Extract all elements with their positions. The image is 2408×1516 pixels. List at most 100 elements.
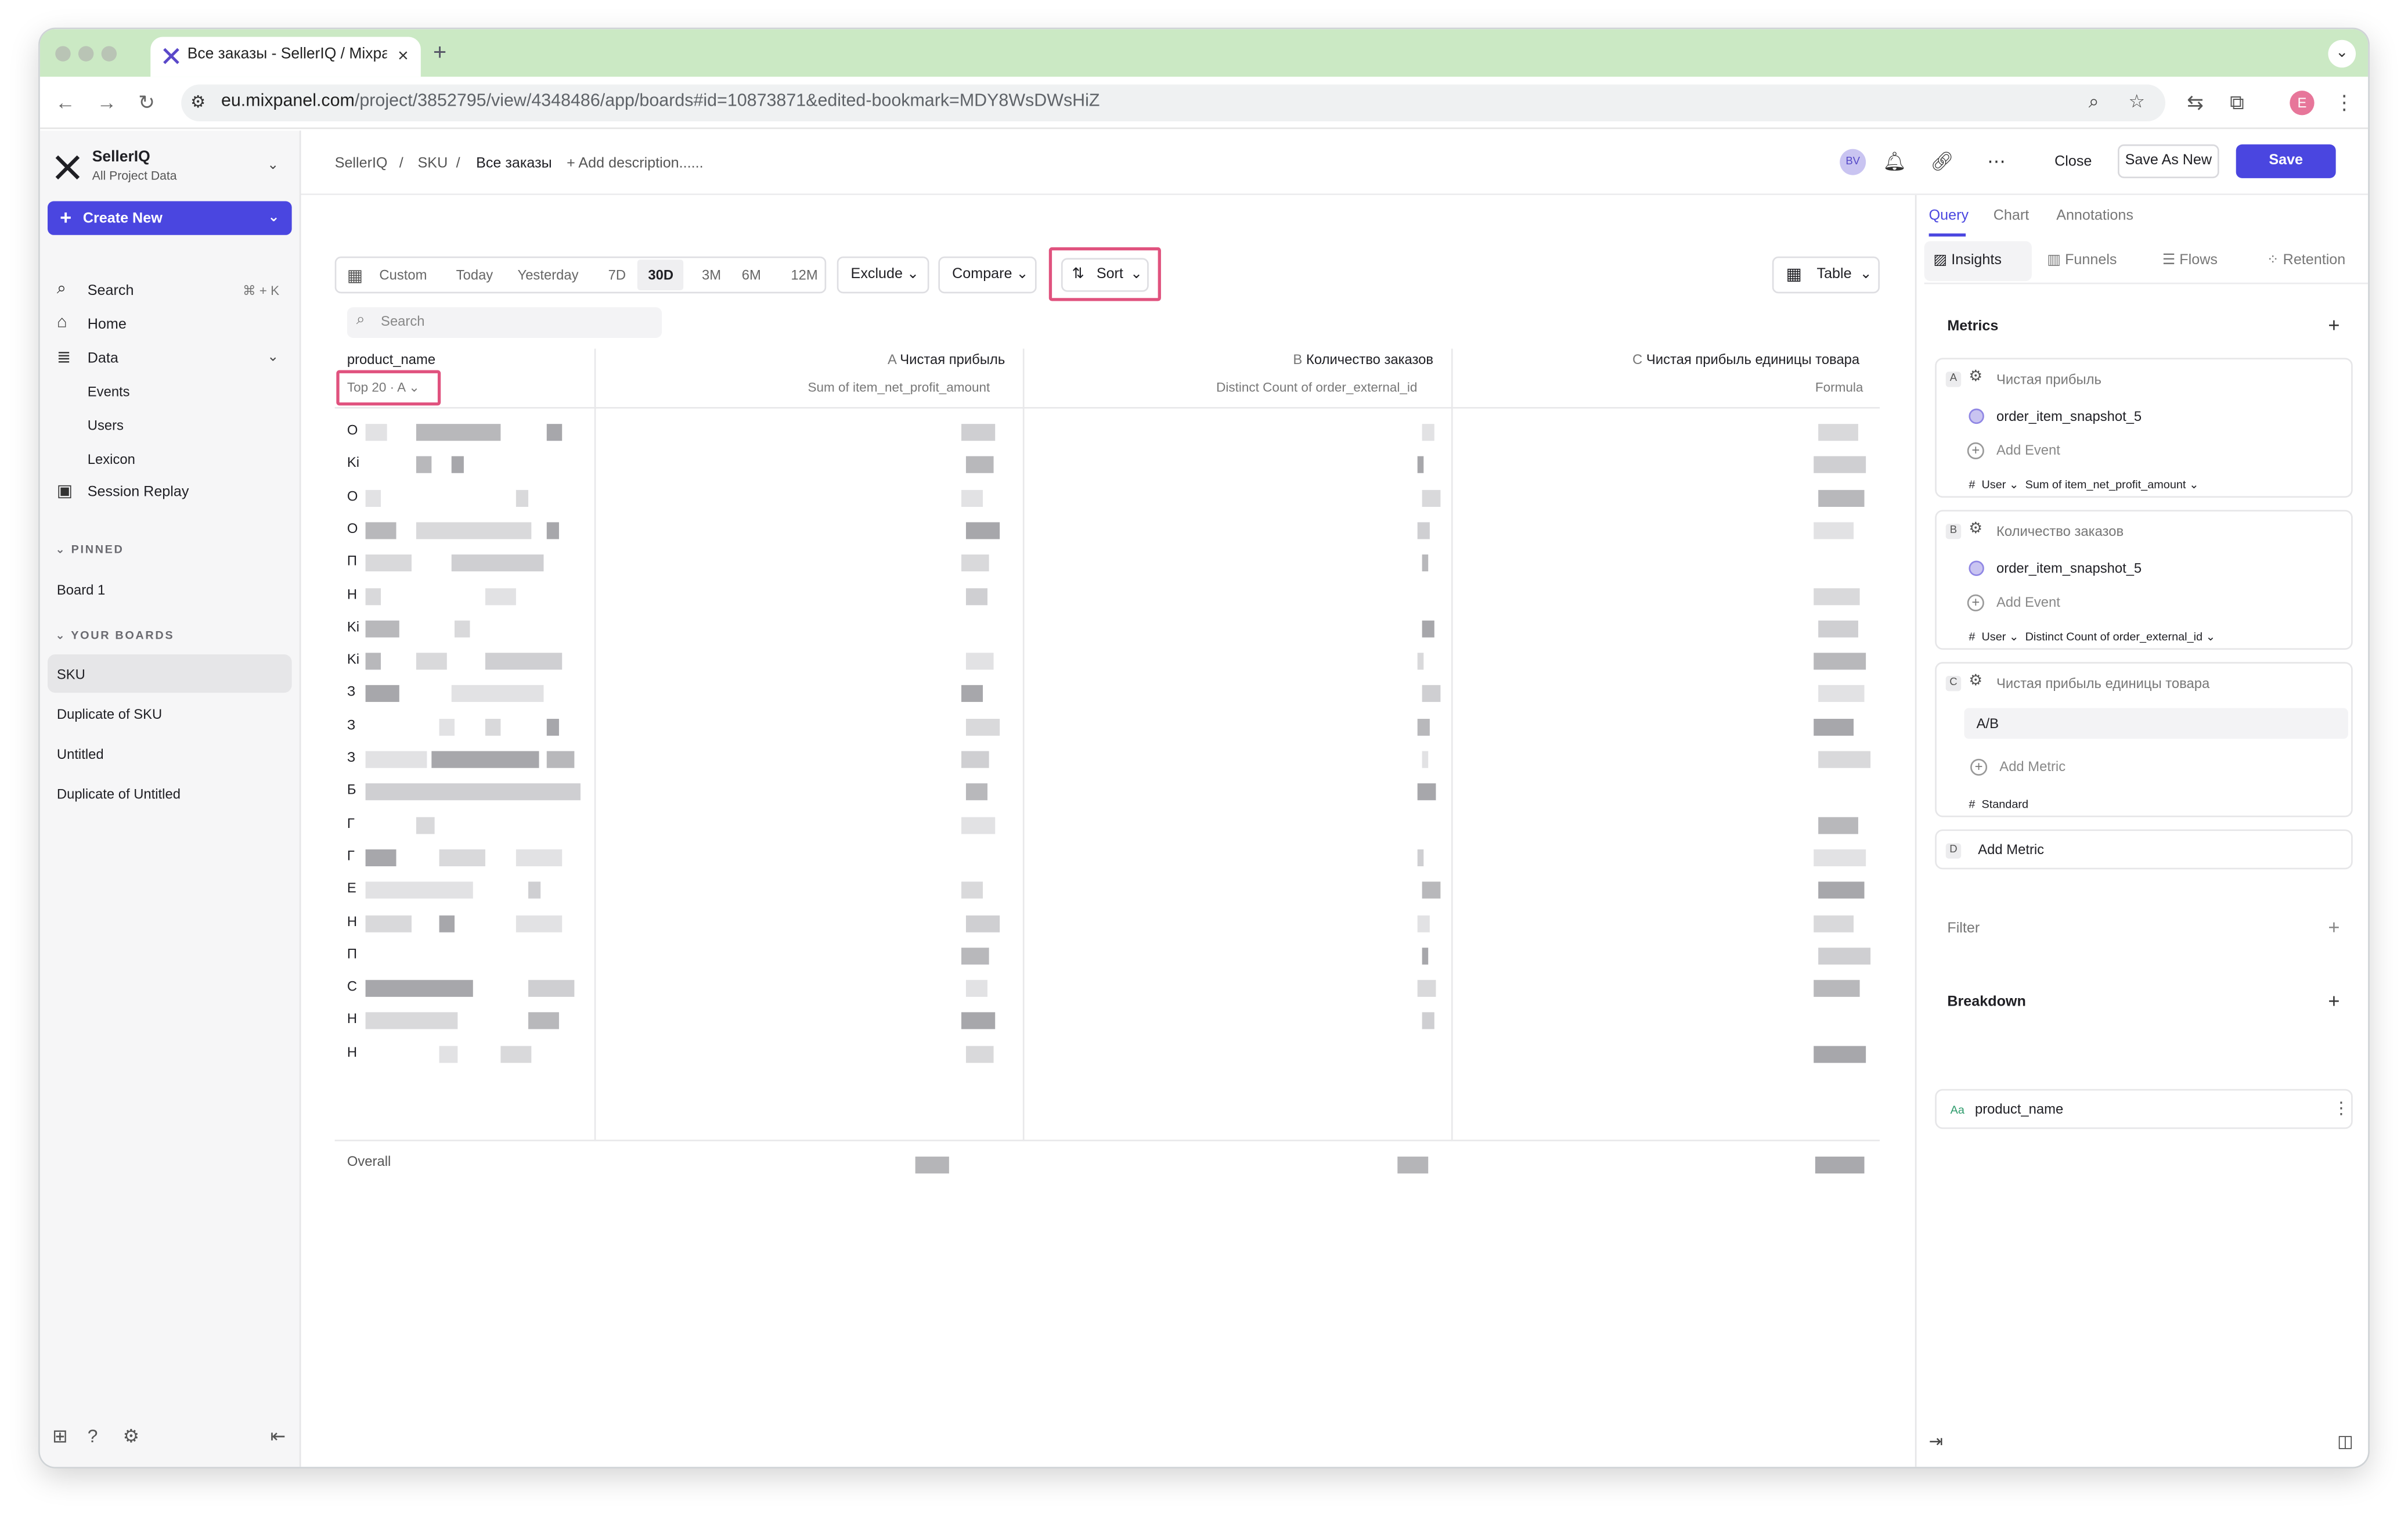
breakdown-item[interactable]: Aa product_name ⋮ [1935,1089,2353,1129]
metric-format[interactable]: # Standard [1969,797,2028,811]
table-row-label[interactable]: З [347,684,355,699]
breadcrumb-board[interactable]: SKU [418,155,448,172]
add-metric-plus-icon[interactable]: + [2328,314,2339,337]
date-option[interactable]: 12M [791,267,817,282]
browser-menu-icon[interactable]: ⋮ [2334,91,2354,115]
add-event-button[interactable]: Add Event [1996,595,2060,610]
table-row-label[interactable]: C [347,978,357,993]
save-as-new-button[interactable]: Save As New [2118,144,2219,178]
help-icon[interactable]: ? [88,1425,98,1447]
table-row-label[interactable]: Н [347,1011,357,1027]
query-type-insights[interactable]: ▨ Insights [1934,252,2002,269]
tab-search-icon[interactable]: ⌄ [2328,39,2356,68]
table-row-label[interactable]: П [347,553,357,568]
collapse-panel-icon[interactable]: ⇥ [1929,1432,1943,1452]
chart-type-dropdown[interactable]: ▦ Table ⌄ [1772,256,1880,294]
table-row-label[interactable]: Б [347,782,356,797]
pinned-section-header[interactable]: ⌄ PINNED [55,542,124,556]
gear-icon[interactable]: ⚙ [1969,673,1982,690]
board-item[interactable]: Untitled [57,747,104,762]
settings-gear-icon[interactable]: ⚙ [123,1425,139,1447]
table-row-label[interactable]: Ki [347,651,359,667]
add-metric-button[interactable]: Add Metric [1978,842,2044,857]
metric-name[interactable]: Чистая прибыль [1996,372,2101,387]
more-options-icon[interactable]: ⋯ [1987,150,2006,172]
table-row-label[interactable]: Н [347,913,357,928]
table-row-label[interactable]: Г [347,815,355,830]
boards-section-header[interactable]: ⌄ YOUR BOARDS [55,628,174,642]
workspace-chevron-icon[interactable]: ⌄ [267,157,279,174]
table-row-label[interactable]: E [347,880,356,895]
apps-grid-icon[interactable]: ⊞ [52,1425,68,1447]
table-row-label[interactable]: O [347,488,358,503]
column-header-product-name[interactable]: product_name [347,352,435,367]
tab-chart[interactable]: Chart [1994,207,2029,224]
table-row-label[interactable]: Н [347,586,357,601]
table-row-label[interactable]: П [347,946,357,961]
maximize-window-dot[interactable] [101,46,117,62]
metric-aggregation[interactable]: # User ⌄ Sum of item_net_profit_amount ⌄ [1969,478,2198,492]
gear-icon[interactable]: ⚙ [1969,369,1982,386]
minimize-window-dot[interactable] [78,46,94,62]
date-option[interactable]: 6M [742,267,761,282]
calendar-icon[interactable]: ▦ [347,266,363,286]
close-window-dot[interactable] [55,46,71,62]
close-button[interactable]: Close [2050,146,2096,179]
back-icon[interactable]: ← [55,91,75,114]
panel-toggle-icon[interactable]: ◫ [2337,1432,2353,1452]
translate-icon[interactable]: ⇆ [2187,91,2204,115]
date-option-selected[interactable]: 30D [648,267,673,282]
report-title[interactable]: Все заказы [476,155,552,172]
gear-icon[interactable]: ⚙ [1969,521,1982,538]
metric-card-c[interactable]: C ⚙ Чистая прибыль единицы товара A/B + … [1935,662,2353,818]
link-icon[interactable]: 🔗︎ [1930,150,1953,172]
metric-event[interactable]: order_item_snapshot_5 [1996,561,2142,576]
workspace-name[interactable]: SellerIQ [92,149,150,166]
avatar[interactable]: BV [1840,149,1866,175]
metric-event[interactable]: order_item_snapshot_5 [1996,409,2142,424]
reload-icon[interactable]: ↻ [138,91,155,115]
table-row-label[interactable]: З [347,750,355,765]
new-tab-icon[interactable]: + [433,40,446,66]
sidebar-item-lexicon[interactable]: Lexicon [88,452,135,467]
notification-bell-icon[interactable]: 🔔︎ [1883,150,1906,172]
tab-close-icon[interactable]: × [398,45,409,66]
table-row-label[interactable]: O [347,521,358,536]
sort-dropdown[interactable]: ⇅ Sort ⌄ [1061,258,1149,292]
column-header-b[interactable]: B Количество заказов [1293,352,1433,367]
top-n-dropdown[interactable]: Top 20 · A ⌄ [336,370,441,406]
board-item[interactable]: Duplicate of Untitled [57,786,181,801]
exclude-dropdown[interactable]: Exclude ⌄ [837,256,929,294]
add-breakdown-plus-icon[interactable]: + [2328,989,2339,1013]
sidebar-item-events[interactable]: Events [88,384,130,399]
metric-card-a[interactable]: A ⚙ Чистая прибыль order_item_snapshot_5… [1935,358,2353,498]
metric-card-b[interactable]: B ⚙ Количество заказов order_item_snapsh… [1935,510,2353,650]
table-row-label[interactable]: O [347,422,358,437]
metric-name[interactable]: Чистая прибыль единицы товара [1996,676,2209,691]
table-row-label[interactable]: З [347,717,355,732]
collapse-sidebar-icon[interactable]: ⇤ [271,1425,286,1447]
metric-name[interactable]: Количество заказов [1996,524,2124,539]
extensions-icon[interactable]: ⧉ [2230,91,2244,115]
bookmark-star-icon[interactable]: ☆ [2129,91,2145,112]
sidebar-item-search[interactable]: ⌕ Search ⌘ + K [55,279,286,307]
formula-input[interactable]: A/B [1964,708,2348,739]
save-button[interactable]: Save [2236,144,2336,178]
table-row-label[interactable]: Г [347,848,355,863]
column-header-c[interactable]: C Чистая прибыль единицы товара [1632,352,1859,367]
more-vertical-icon[interactable]: ⋮ [2333,1098,2349,1118]
site-settings-icon[interactable]: ⚙ [190,92,206,112]
date-option[interactable]: Yesterday [517,267,578,282]
query-type-funnels[interactable]: ▥ Funnels [2047,252,2117,269]
add-metric-button[interactable]: Add Metric [1999,759,2065,774]
add-description-link[interactable]: + Add description...... [567,155,703,172]
date-option[interactable]: Custom [379,267,427,282]
add-filter-plus-icon[interactable]: + [2328,916,2339,939]
date-option[interactable]: 7D [608,267,626,282]
board-item[interactable]: SKU [57,667,85,682]
browser-tab[interactable]: Все заказы - SellerIQ / Mixpa × [150,37,421,77]
add-event-button[interactable]: Add Event [1996,442,2060,458]
forward-icon[interactable]: → [97,91,117,114]
url-field[interactable]: ⚙ eu.mixpanel.com/project/3852795/view/4… [181,84,2166,121]
tab-annotations[interactable]: Annotations [2056,207,2133,224]
